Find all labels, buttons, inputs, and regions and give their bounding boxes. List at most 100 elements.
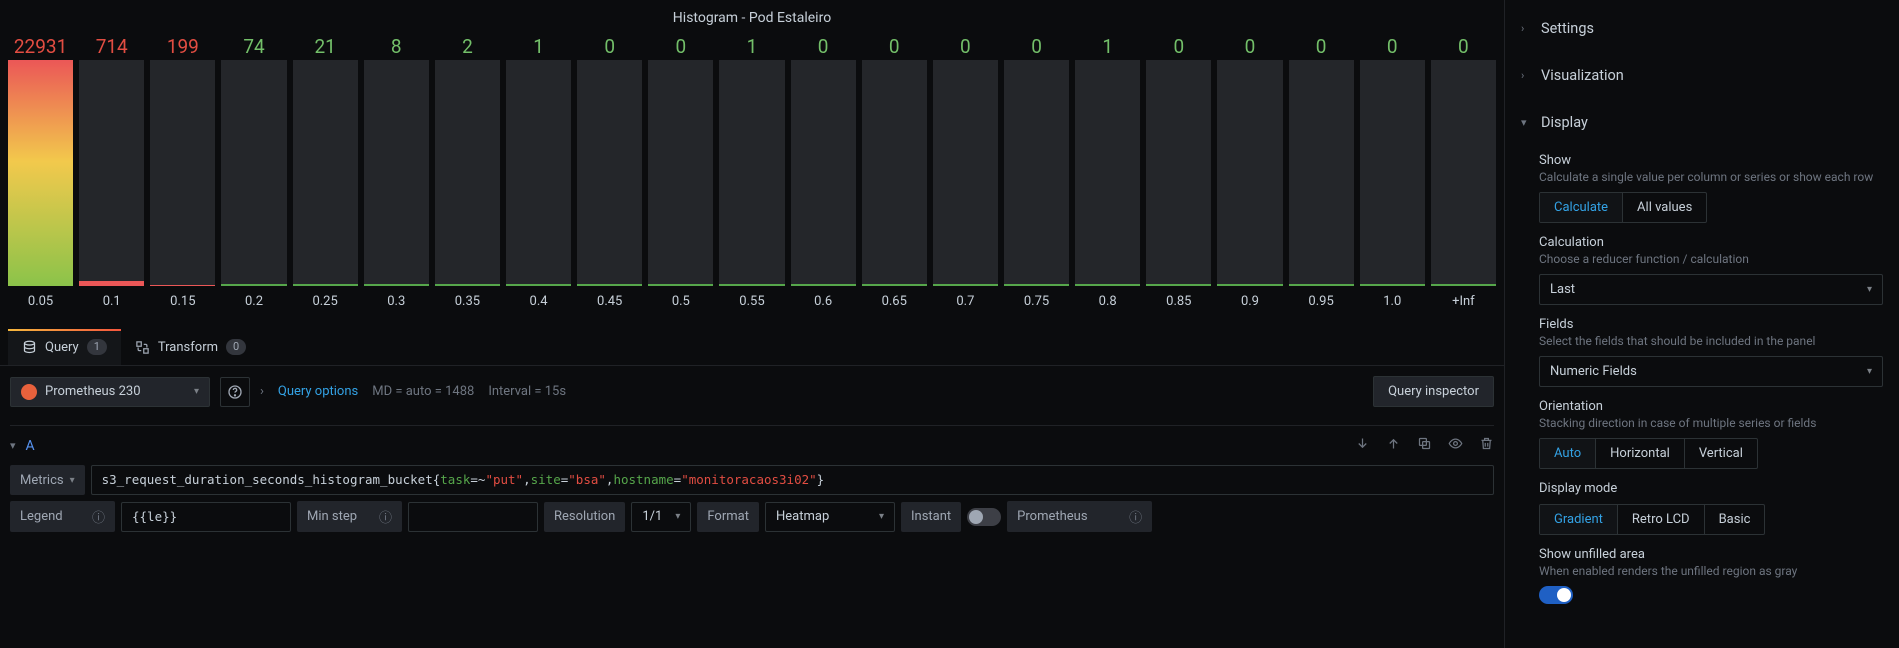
info-icon[interactable]: ⓘ xyxy=(1129,507,1142,526)
bar-cell: 00.75 xyxy=(1004,34,1069,309)
bar-value: 22931 xyxy=(14,34,67,60)
display-mode-retro-button[interactable]: Retro LCD xyxy=(1618,505,1705,534)
chevron-down-icon: ▾ xyxy=(1867,284,1872,295)
bar-value: 0 xyxy=(1316,34,1327,60)
bar-category-label: 0.85 xyxy=(1166,294,1191,309)
bar-value: 74 xyxy=(243,34,264,60)
info-icon[interactable]: ⓘ xyxy=(92,507,105,526)
bar-fill xyxy=(1217,284,1282,286)
prometheus-label: Prometheus ⓘ xyxy=(1007,501,1152,532)
prometheus-icon xyxy=(21,384,37,400)
show-all-values-button[interactable]: All values xyxy=(1623,193,1706,222)
bar-box xyxy=(1360,60,1425,286)
display-mode-gradient-button[interactable]: Gradient xyxy=(1540,505,1618,534)
info-icon[interactable]: ⓘ xyxy=(379,507,392,526)
query-ref-id[interactable]: A xyxy=(26,438,35,454)
query-help-button[interactable] xyxy=(220,377,250,407)
bar-fill xyxy=(648,284,713,286)
bar-box xyxy=(719,60,784,286)
bar-category-label: 0.6 xyxy=(814,294,832,309)
bar-box xyxy=(79,60,144,286)
bar-value: 0 xyxy=(1458,34,1469,60)
eye-icon[interactable] xyxy=(1448,436,1463,455)
bar-box xyxy=(862,60,927,286)
bar-value: 0 xyxy=(1245,34,1256,60)
bar-fill xyxy=(719,284,784,286)
fields-label: Fields xyxy=(1539,317,1883,332)
chevron-down-icon[interactable]: ▾ xyxy=(10,439,16,452)
section-settings[interactable]: › Settings xyxy=(1521,14,1883,43)
bar-fill xyxy=(933,284,998,286)
legend-label: Legend ⓘ xyxy=(10,501,115,532)
bar-value: 1 xyxy=(1102,34,1113,60)
orientation-vertical-button[interactable]: Vertical xyxy=(1685,439,1757,468)
orientation-auto-button[interactable]: Auto xyxy=(1540,439,1596,468)
bar-category-label: 0.05 xyxy=(28,294,53,309)
bar-fill xyxy=(1431,284,1496,286)
resolution-select[interactable]: 1/1 ▾ xyxy=(631,502,691,532)
datasource-picker[interactable]: Prometheus 230 ▾ xyxy=(10,377,210,407)
bar-category-label: 0.15 xyxy=(170,294,195,309)
bar-cell: 10.8 xyxy=(1075,34,1140,309)
tab-query-label: Query xyxy=(45,340,79,355)
query-inspector-button[interactable]: Query inspector xyxy=(1373,376,1494,407)
bar-category-label: 0.25 xyxy=(312,294,337,309)
bar-fill xyxy=(791,284,856,286)
bar-box xyxy=(1075,60,1140,286)
section-visualization[interactable]: › Visualization xyxy=(1521,61,1883,90)
bar-cell: 00.45 xyxy=(577,34,642,309)
calculation-select[interactable]: Last ▾ xyxy=(1539,274,1883,305)
instant-label: Instant xyxy=(901,502,961,532)
bar-box xyxy=(1217,60,1282,286)
orientation-horizontal-button[interactable]: Horizontal xyxy=(1596,439,1685,468)
bar-cell: 00.7 xyxy=(933,34,998,309)
metrics-label[interactable]: Metrics ▾ xyxy=(10,465,85,495)
bar-value: 714 xyxy=(96,34,128,60)
tab-transform[interactable]: Transform 0 xyxy=(121,329,260,365)
bar-category-label: 0.2 xyxy=(245,294,263,309)
bar-box xyxy=(293,60,358,286)
min-step-input[interactable] xyxy=(408,502,538,532)
bar-cell: 20.35 xyxy=(435,34,500,309)
bar-category-label: 0.35 xyxy=(455,294,480,309)
display-mode-label: Display mode xyxy=(1539,481,1883,496)
bar-value: 199 xyxy=(167,34,199,60)
bar-value: 8 xyxy=(391,34,402,60)
show-calculate-button[interactable]: Calculate xyxy=(1540,193,1623,222)
show-desc: Calculate a single value per column or s… xyxy=(1539,170,1883,184)
bar-box xyxy=(506,60,571,286)
resolution-label: Resolution xyxy=(544,502,625,532)
bar-cell: 10.4 xyxy=(506,34,571,309)
bar-fill xyxy=(8,60,73,286)
move-down-icon[interactable] xyxy=(1355,436,1370,455)
tab-query[interactable]: Query 1 xyxy=(8,329,121,365)
query-expression-input[interactable]: s3_request_duration_seconds_histogram_bu… xyxy=(91,465,1494,495)
bar-cell: 7140.1 xyxy=(79,34,144,309)
format-select[interactable]: Heatmap ▾ xyxy=(765,502,895,532)
bar-cell: 199 0.15 xyxy=(150,34,215,309)
bar-value: 0 xyxy=(1387,34,1398,60)
bar-cell: 0+Inf xyxy=(1431,34,1496,309)
move-up-icon[interactable] xyxy=(1386,436,1401,455)
trash-icon[interactable] xyxy=(1479,436,1494,455)
chevron-down-icon: ▾ xyxy=(1867,366,1872,377)
bar-cell: 01.0 xyxy=(1360,34,1425,309)
instant-toggle[interactable] xyxy=(967,508,1001,526)
copy-icon[interactable] xyxy=(1417,436,1432,455)
database-icon xyxy=(22,340,37,355)
bar-fill xyxy=(1289,284,1354,286)
section-display[interactable]: ▾ Display xyxy=(1521,108,1883,137)
legend-input[interactable]: {{le}} xyxy=(121,502,291,532)
bar-category-label: 0.5 xyxy=(672,294,690,309)
fields-select[interactable]: Numeric Fields ▾ xyxy=(1539,356,1883,387)
bar-fill xyxy=(221,284,286,286)
bar-fill xyxy=(79,281,144,286)
chevron-right-icon: › xyxy=(1521,22,1533,35)
bar-fill xyxy=(1075,284,1140,286)
unfilled-toggle[interactable] xyxy=(1539,586,1573,604)
query-options-md: MD = auto = 1488 xyxy=(372,384,474,399)
display-mode-basic-button[interactable]: Basic xyxy=(1705,505,1765,534)
query-options-link[interactable]: Query options xyxy=(278,384,358,399)
tab-transform-label: Transform xyxy=(158,340,218,355)
bar-box xyxy=(1431,60,1496,286)
